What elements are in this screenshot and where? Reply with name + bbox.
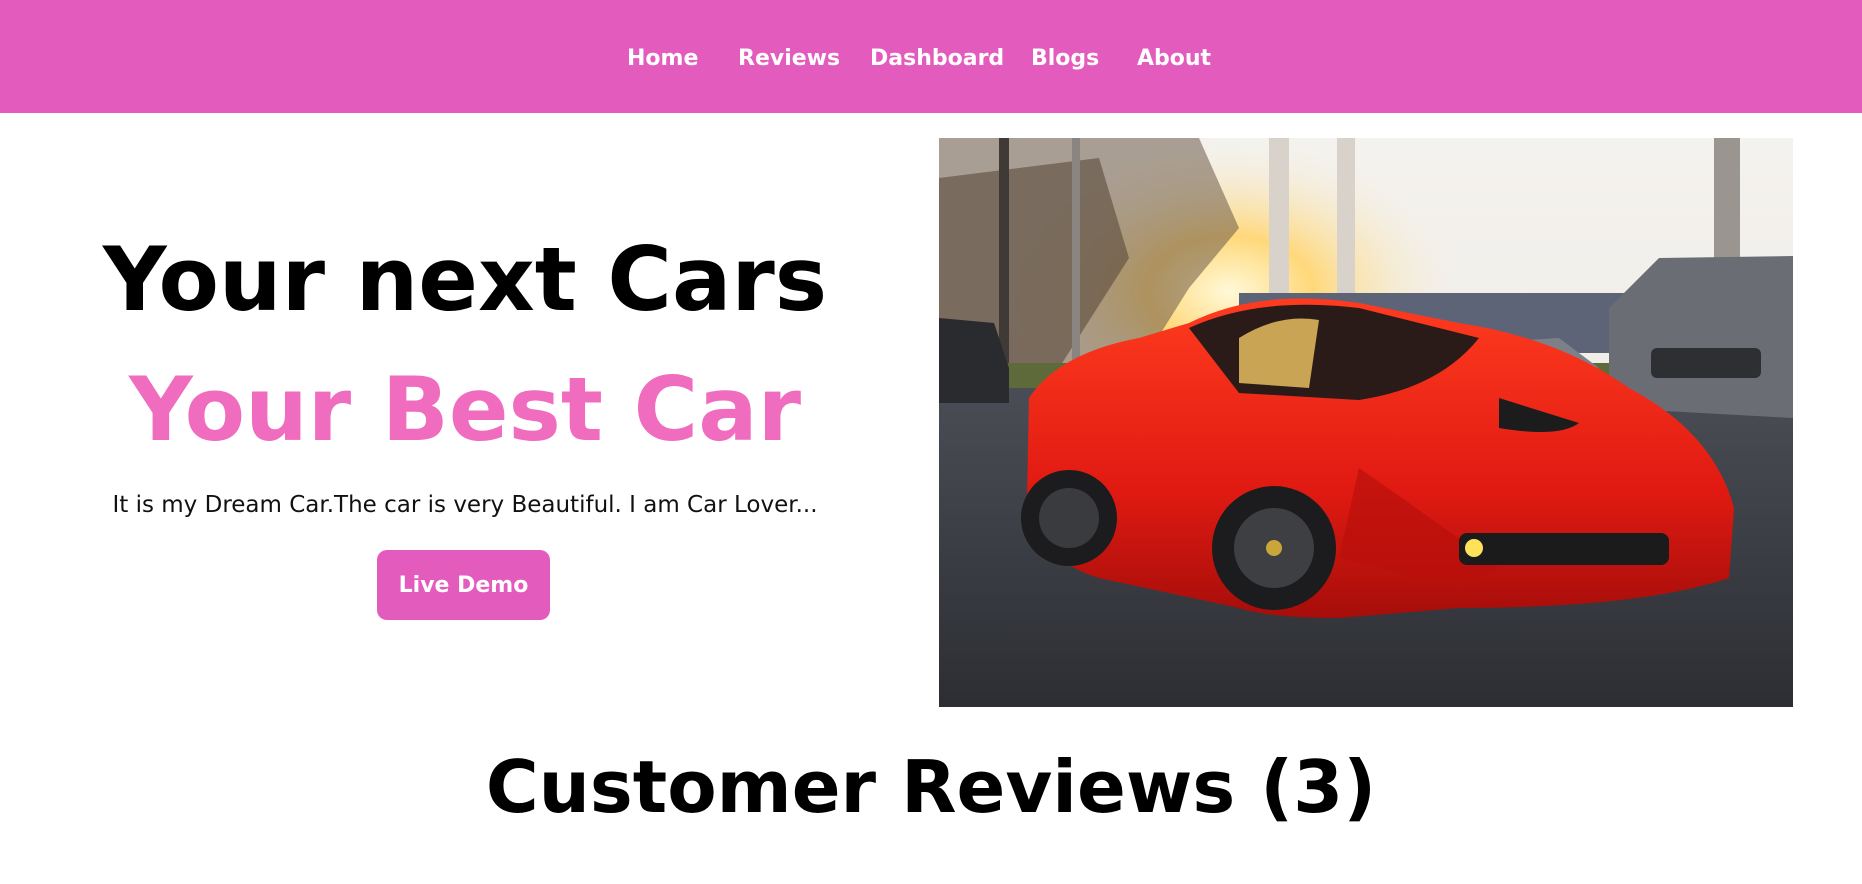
hero-tagline: It is my Dream Car.The car is very Beaut… <box>112 492 818 518</box>
nav-reviews-link[interactable]: Reviews <box>738 44 840 74</box>
main-nav: Home Reviews Dashboard Blogs About <box>0 0 1862 113</box>
nav-home-link[interactable]: Home <box>627 44 698 74</box>
live-demo-button[interactable]: Live Demo <box>377 550 550 620</box>
hero-car-image <box>939 138 1793 707</box>
top-navbar: Home Reviews Dashboard Blogs About <box>0 0 1862 113</box>
hero-headline: Your next Cars <box>102 228 828 331</box>
hero-subheadline: Your Best Car <box>129 358 801 461</box>
nav-blogs-link[interactable]: Blogs <box>1031 44 1099 74</box>
customer-reviews-heading: Customer Reviews (3) <box>485 745 1377 829</box>
nav-about-link[interactable]: About <box>1137 44 1211 74</box>
nav-dashboard-link[interactable]: Dashboard <box>870 44 1004 74</box>
hero-section: Your next Cars Your Best Car It is my Dr… <box>80 130 850 690</box>
